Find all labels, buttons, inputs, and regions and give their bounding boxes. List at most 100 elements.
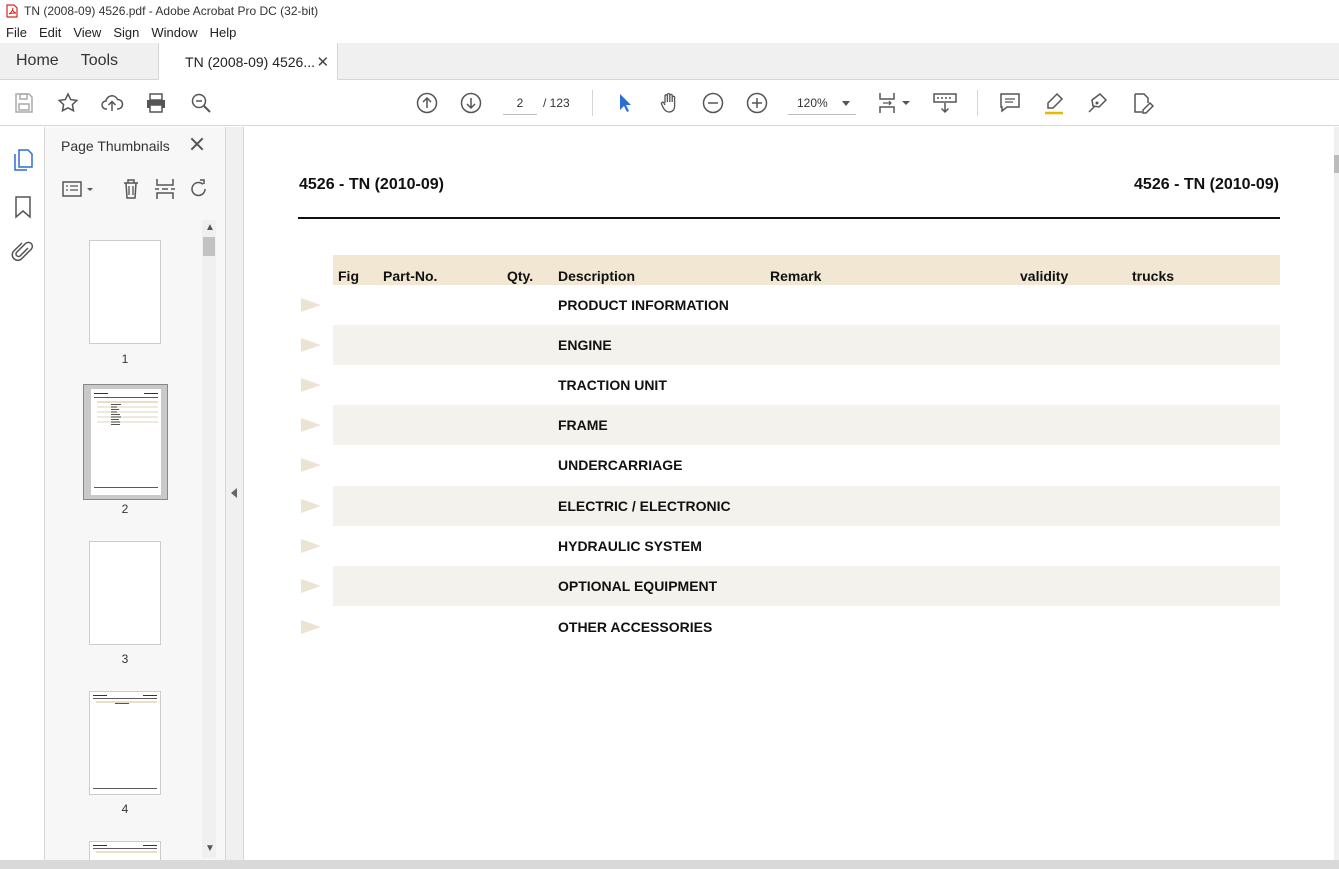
link-arrow-icon[interactable] [301,418,321,432]
rotate-page-icon[interactable] [187,177,211,201]
link-arrow-icon[interactable] [301,579,321,593]
save-icon[interactable] [12,91,36,115]
table-row[interactable]: HYDRAULIC SYSTEM [301,526,1280,566]
scroll-mode-icon[interactable] [933,91,957,115]
thumbnail-page-3[interactable] [89,541,161,645]
extract-page-icon[interactable] [153,177,177,201]
zoom-level-select[interactable]: 120% [788,91,856,115]
navigation-rail [0,127,45,860]
row-description: UNDERCARRIAGE [558,457,683,473]
menu-file[interactable]: File [0,25,33,40]
pdf-app-icon [6,4,18,18]
close-tab-icon[interactable]: ✕ [316,53,329,71]
thumbnail-page-4[interactable] [89,691,161,795]
thumbnail-options-icon[interactable] [61,177,95,201]
menu-view[interactable]: View [67,25,107,40]
table-row[interactable]: OPTIONAL EQUIPMENT [301,566,1280,606]
delete-page-icon[interactable] [119,177,143,201]
row-description: OPTIONAL EQUIPMENT [558,578,718,594]
column-validity: validity [1020,268,1069,284]
scrollbar-thumb[interactable] [1334,155,1339,173]
document-view: 4526 - TN (2010-09) 4526 - TN (2010-09) … [244,127,1334,860]
document-scrollbar[interactable] [1334,127,1339,860]
menu-help[interactable]: Help [204,25,243,40]
taskbar-strip [0,860,1339,869]
page-thumbnails-icon[interactable] [10,147,36,173]
page-fit-icon[interactable] [876,91,900,115]
page-preview-icon [93,845,157,853]
column-part-no: Part-No. [383,268,438,284]
attachments-icon[interactable] [11,239,35,265]
hand-tool-icon[interactable] [657,91,681,115]
close-panel-icon[interactable] [189,136,205,152]
menu-sign[interactable]: Sign [107,25,145,40]
sign-pen-icon[interactable] [1086,91,1110,115]
link-arrow-icon[interactable] [301,458,321,472]
table-row[interactable]: ELECTRIC / ELECTRONIC [301,486,1280,526]
column-trucks: trucks [1132,268,1175,284]
page-header-left: 4526 - TN (2010-09) [299,176,444,193]
previous-page-icon[interactable] [415,91,439,115]
link-arrow-icon[interactable] [301,620,321,634]
row-description: ELECTRIC / ELECTRONIC [558,498,731,514]
link-arrow-icon[interactable] [301,378,321,392]
table-header: Fig Part-No. Qty. Description Remark val… [333,255,1280,285]
search-zoom-icon[interactable] [189,91,213,115]
table-row[interactable]: OTHER ACCESSORIES [301,607,1280,647]
table-row[interactable]: TRACTION UNIT [301,365,1280,405]
row-description: HYDRAULIC SYSTEM [558,538,702,554]
window-title: TN (2008-09) 4526.pdf - Adobe Acrobat Pr… [24,4,319,18]
next-page-icon[interactable] [459,91,483,115]
page-thumbnails-panel: Page Thumbnails 1 2 3 4 ▲ ▼ [45,127,226,860]
tab-document[interactable]: TN (2008-09) 4526... ✕ [158,43,339,81]
select-pointer-icon[interactable] [613,91,637,115]
table-row[interactable]: FRAME [301,405,1280,445]
page-preview-icon [91,389,161,495]
page-header-right: 4526 - TN (2010-09) [1134,176,1279,193]
row-description: PRODUCT INFORMATION [558,297,729,313]
thumbnail-scrollbar[interactable]: ▲ ▼ [202,220,216,858]
comment-icon[interactable] [998,91,1022,115]
print-icon[interactable] [144,91,168,115]
page-number-input[interactable]: 2 [503,91,537,115]
zoom-out-icon[interactable] [701,91,725,115]
tab-tools[interactable]: Tools [73,43,132,79]
column-fig: Fig [338,268,359,284]
edit-document-icon[interactable] [1130,91,1154,115]
link-arrow-icon[interactable] [301,338,321,352]
thumbnail-page-2[interactable] [83,384,168,500]
table-row[interactable]: ENGINE [301,325,1280,365]
column-remark: Remark [770,268,822,284]
scrollbar-thumb[interactable] [203,237,215,256]
menu-window[interactable]: Window [145,25,203,40]
menu-bar: File Edit View Sign Window Help [0,22,1339,43]
table-row[interactable]: UNDERCARRIAGE [301,445,1280,485]
menu-edit[interactable]: Edit [33,25,67,40]
thumbnail-number: 1 [121,352,129,366]
link-arrow-icon[interactable] [301,298,321,312]
tab-bar: Home Tools TN (2008-09) 4526... ✕ [0,43,1339,81]
table-row[interactable]: PRODUCT INFORMATION [301,285,1280,325]
scroll-down-icon[interactable]: ▼ [205,844,215,854]
thumbnail-page-1[interactable] [89,240,161,344]
collapse-panel-handle[interactable] [226,127,244,860]
page-count-label: / 123 [543,96,570,110]
scroll-up-icon[interactable]: ▲ [205,223,215,233]
row-description: ENGINE [558,337,612,353]
bookmarks-icon[interactable] [12,194,34,220]
zoom-level-value: 120% [797,96,828,110]
toolbar-divider [977,90,978,116]
collapse-arrow-icon [231,488,237,498]
page-fit-chevron-icon[interactable] [900,91,912,115]
bookmark-star-icon[interactable] [56,91,80,115]
tab-home[interactable]: Home [0,43,73,79]
chevron-down-icon [842,101,850,106]
thumbnail-page-5[interactable] [89,841,161,860]
link-arrow-icon[interactable] [301,539,321,553]
highlighter-icon[interactable] [1042,91,1066,115]
title-bar: TN (2008-09) 4526.pdf - Adobe Acrobat Pr… [0,0,1339,22]
upload-cloud-icon[interactable] [100,91,124,115]
zoom-in-icon[interactable] [745,91,769,115]
link-arrow-icon[interactable] [301,499,321,513]
tab-document-label: TN (2008-09) 4526... [185,54,316,70]
